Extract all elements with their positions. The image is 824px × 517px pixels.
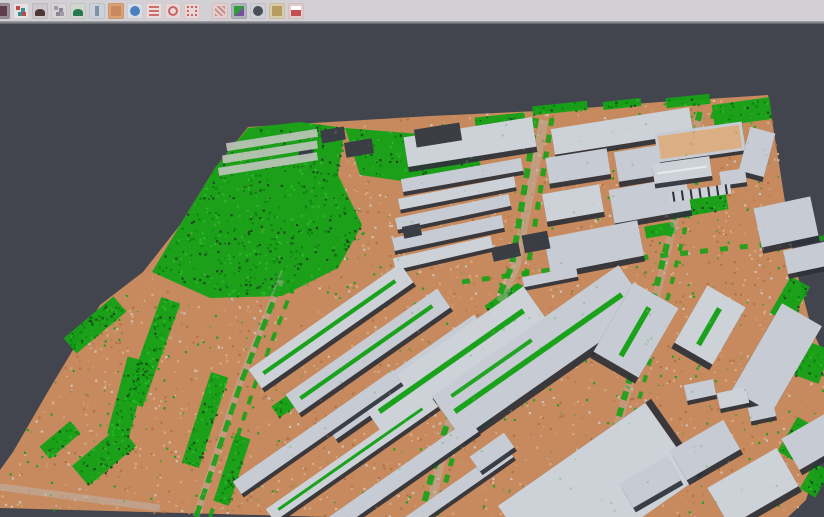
- vegetation-patch: [152, 122, 362, 298]
- dark-sphere-icon[interactable]: [250, 3, 266, 19]
- red-flag-icon[interactable]: [288, 3, 304, 19]
- blue-panel-icon[interactable]: [89, 3, 105, 19]
- pink-grid-icon[interactable]: [212, 3, 228, 19]
- viewport-3d[interactable]: [0, 24, 824, 517]
- unit-divider: [682, 191, 683, 201]
- unit-divider: [717, 186, 718, 196]
- image-dark-icon[interactable]: [0, 3, 10, 19]
- red-crop-icon[interactable]: [184, 3, 200, 19]
- unit-divider: [691, 189, 692, 199]
- unit-divider: [726, 184, 727, 194]
- unit-divider: [673, 192, 674, 202]
- red-list-icon[interactable]: [146, 3, 162, 19]
- terrain-dark-icon[interactable]: [32, 3, 48, 19]
- unit-divider: [708, 187, 709, 197]
- blue-globe-icon[interactable]: [127, 3, 143, 19]
- application-window: { "window": { "toolbar_bg": "#d2cfd5", "…: [0, 0, 824, 517]
- colored-points-icon[interactable]: [13, 3, 29, 19]
- unit-divider: [699, 188, 700, 198]
- toolbar: [0, 0, 824, 21]
- orange-tile-icon[interactable]: [108, 3, 124, 19]
- gray-points-icon[interactable]: [51, 3, 67, 19]
- green-terrain-icon[interactable]: [70, 3, 86, 19]
- classification-map-icon[interactable]: [231, 3, 247, 19]
- point-cloud-scene[interactable]: [0, 24, 824, 517]
- sand-crate-icon[interactable]: [269, 3, 285, 19]
- red-target-icon[interactable]: [165, 3, 181, 19]
